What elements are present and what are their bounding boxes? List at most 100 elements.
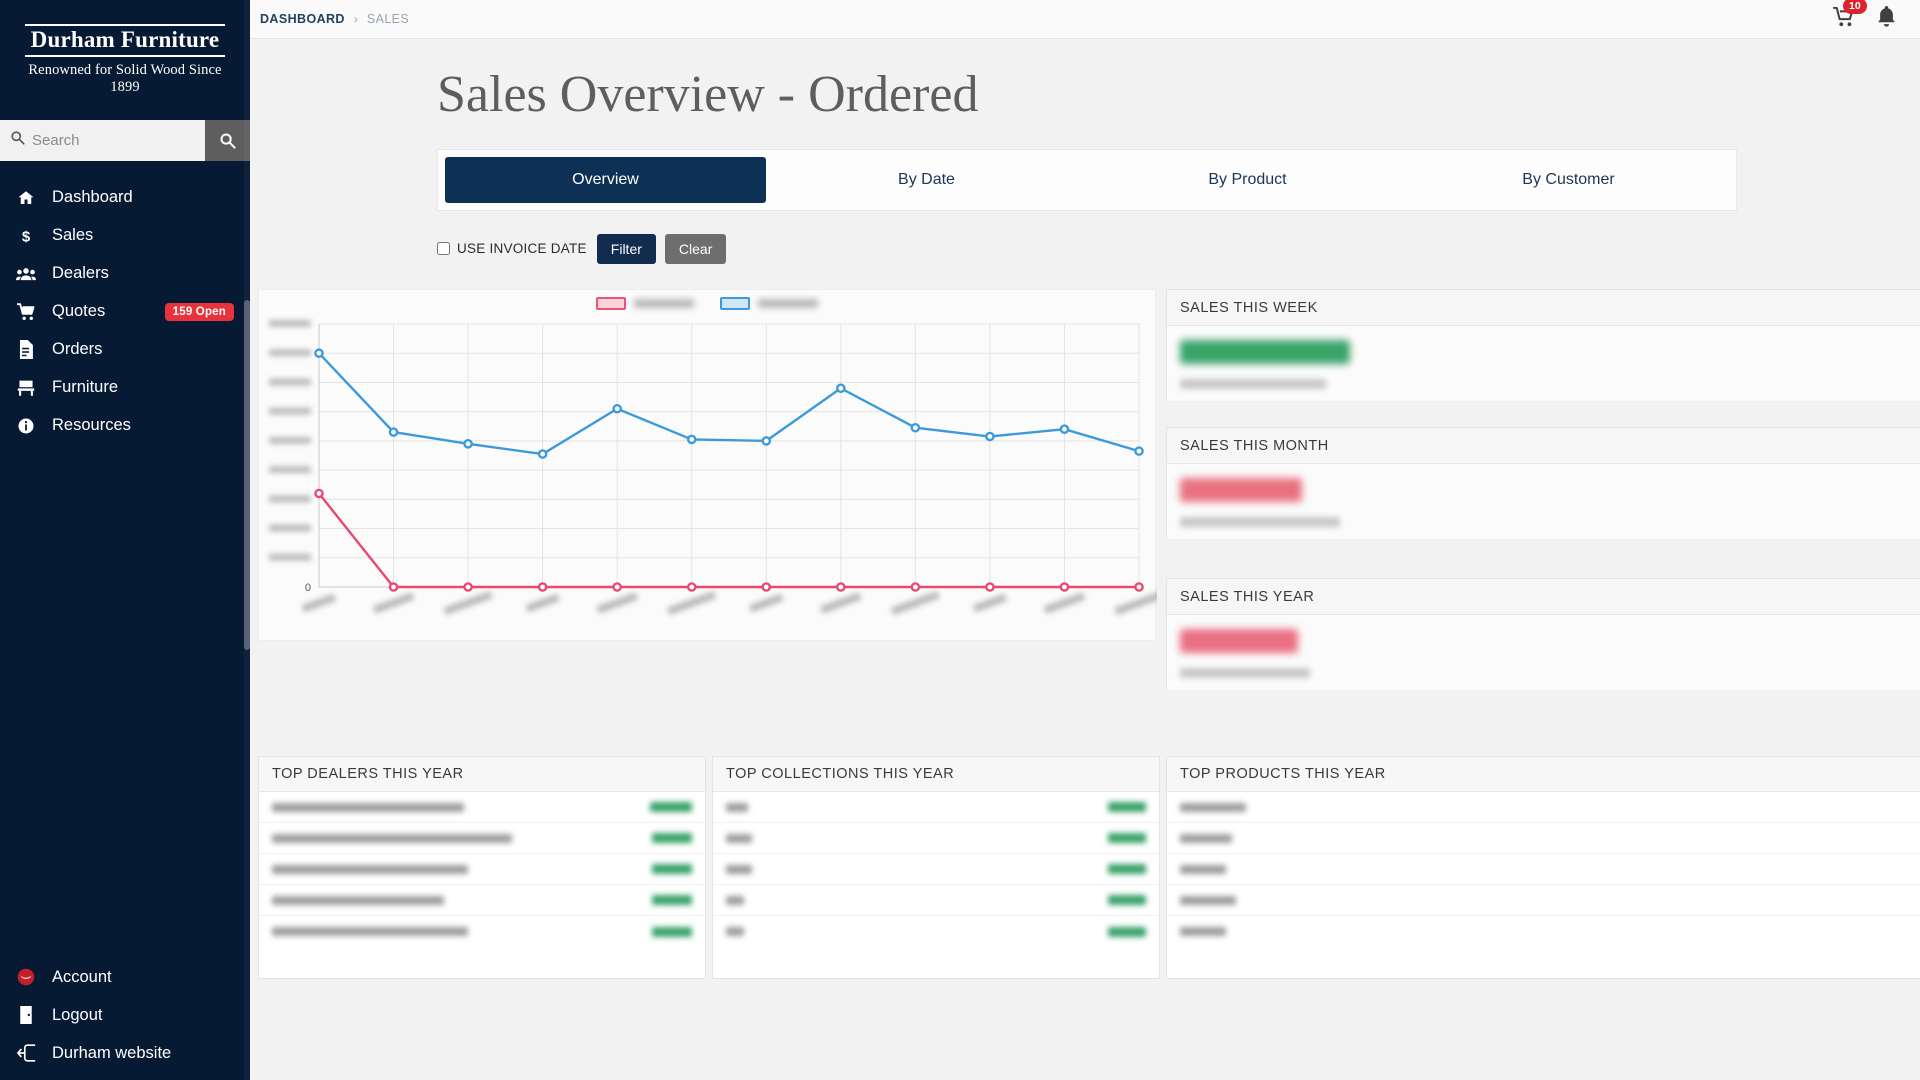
sidebar-item-durham-website[interactable]: Durham website <box>0 1034 250 1072</box>
sidebar-item-dealers[interactable]: Dealers <box>0 255 250 293</box>
row-name-blurred <box>1180 833 1232 843</box>
chart-data-point[interactable] <box>388 427 399 437</box>
sidebar-item-logout[interactable]: Logout <box>0 996 250 1034</box>
kpi-body <box>1167 464 1920 539</box>
view-tabs: Overview By Date By Product By Customer <box>437 148 1737 211</box>
sidebar-item-label: Resources <box>52 416 131 435</box>
chart-data-point[interactable] <box>985 431 995 442</box>
chart-data-point[interactable] <box>686 434 697 445</box>
search-input-wrap[interactable] <box>0 119 205 161</box>
table-row[interactable] <box>1167 854 1920 885</box>
sales-line-chart[interactable]: 0 <box>259 290 1157 642</box>
sidebar-item-dashboard[interactable]: Dashboard <box>0 179 250 217</box>
table-row[interactable] <box>259 885 705 916</box>
sidebar-item-label: Durham website <box>52 1043 172 1062</box>
search-input[interactable] <box>32 131 205 149</box>
table-row[interactable] <box>1167 885 1920 916</box>
chart-data-point[interactable] <box>761 436 772 446</box>
chart-data-point[interactable] <box>1134 446 1144 456</box>
kpi-body <box>1167 326 1920 401</box>
chart-data-point[interactable] <box>612 403 622 414</box>
document-icon <box>16 340 36 360</box>
chart-data-point[interactable] <box>463 582 473 592</box>
sidebar-item-label: Quotes <box>52 302 106 321</box>
tab-by-product[interactable]: By Product <box>1087 157 1408 203</box>
row-name-blurred <box>272 864 468 874</box>
kpi-title: SALES THIS MONTH <box>1167 428 1920 464</box>
chart-data-point[interactable] <box>314 348 324 359</box>
kpi-body <box>1167 615 1920 690</box>
table-row[interactable] <box>1167 916 1920 947</box>
tab-by-date[interactable]: By Date <box>766 157 1087 203</box>
chart-data-point[interactable] <box>463 439 473 449</box>
table-row[interactable] <box>713 916 1159 947</box>
account-avatar-icon <box>16 968 36 986</box>
x-axis-month-label-blurred <box>596 592 638 614</box>
clear-button[interactable]: Clear <box>664 233 727 264</box>
table-row[interactable] <box>713 823 1159 854</box>
sidebar-item-quotes[interactable]: Quotes 159 Open <box>0 293 250 331</box>
row-value-blurred <box>652 895 692 905</box>
tab-by-customer[interactable]: By Customer <box>1408 157 1729 203</box>
y-axis-tick-blurred <box>269 349 311 357</box>
kpi-subtext-blurred <box>1180 379 1326 389</box>
brand-tagline: Renowned for Solid Wood Since 1899 <box>28 61 222 95</box>
row-name-blurred <box>272 833 512 843</box>
cart-count-badge: 10 <box>1843 0 1867 14</box>
brand-name: Durham Furniture <box>24 24 226 57</box>
table-row[interactable] <box>713 792 1159 823</box>
table-row[interactable] <box>1167 823 1920 854</box>
chart-data-point[interactable] <box>910 582 921 592</box>
chart-data-point[interactable] <box>910 422 921 433</box>
kpi-subtext-blurred <box>1180 668 1310 678</box>
chart-data-point[interactable] <box>314 488 324 499</box>
y-axis-tick-blurred <box>269 524 311 532</box>
chart-data-point[interactable] <box>836 383 846 394</box>
table-row[interactable] <box>713 854 1159 885</box>
list-rows <box>259 792 705 947</box>
row-value-blurred <box>1108 895 1146 905</box>
chart-data-point[interactable] <box>612 582 622 592</box>
topbar-notifications-button[interactable] <box>1877 6 1896 32</box>
sidebar-item-orders[interactable]: Orders <box>0 331 250 369</box>
chart-data-point[interactable] <box>388 582 399 592</box>
table-row[interactable] <box>259 823 705 854</box>
row-name-blurred <box>272 927 468 936</box>
chart-data-point[interactable] <box>985 582 995 592</box>
bell-icon <box>1878 6 1895 27</box>
chart-data-point[interactable] <box>537 449 548 459</box>
dollar-icon: $ <box>16 227 36 245</box>
topbar-cart-button[interactable]: 10 <box>1833 0 1867 32</box>
chart-data-point[interactable] <box>686 582 697 592</box>
table-row[interactable] <box>259 792 705 823</box>
chart-data-point[interactable] <box>1059 582 1070 592</box>
sidebar-item-furniture[interactable]: Furniture <box>0 369 250 407</box>
use-invoice-date-label[interactable]: USE INVOICE DATE <box>437 241 587 256</box>
sidebar-item-label: Logout <box>52 1005 103 1024</box>
chart-data-point[interactable] <box>537 582 548 592</box>
table-row[interactable] <box>259 854 705 885</box>
breadcrumb-dashboard-link[interactable]: DASHBOARD <box>260 12 345 26</box>
kpi-value-blurred <box>1180 629 1298 653</box>
list-card-top-collections: TOP COLLECTIONS THIS YEAR <box>712 756 1160 979</box>
x-axis-month-label-blurred <box>891 591 940 615</box>
table-row[interactable] <box>259 916 705 947</box>
x-axis-month-label-blurred <box>525 593 560 613</box>
sidebar-item-sales[interactable]: $ Sales <box>0 217 250 255</box>
x-axis-month-label-blurred <box>302 593 336 613</box>
chart-data-point[interactable] <box>1134 582 1144 592</box>
sidebar-item-resources[interactable]: Resources <box>0 407 250 445</box>
chart-data-point[interactable] <box>761 582 772 592</box>
y-axis-tick-blurred <box>269 466 311 474</box>
sidebar-item-account[interactable]: Account <box>0 958 250 996</box>
filter-button[interactable]: Filter <box>596 233 656 264</box>
table-row[interactable] <box>713 885 1159 916</box>
x-axis-month-label-blurred <box>749 593 784 613</box>
use-invoice-date-checkbox[interactable] <box>437 242 450 256</box>
tab-overview[interactable]: Overview <box>445 156 766 203</box>
table-row[interactable] <box>1167 792 1920 823</box>
chart-data-point[interactable] <box>836 582 846 592</box>
kpi-card-sales-this-month: SALES THIS MONTH <box>1166 427 1920 539</box>
row-name-blurred <box>1180 895 1236 905</box>
chart-data-point[interactable] <box>1059 424 1070 434</box>
